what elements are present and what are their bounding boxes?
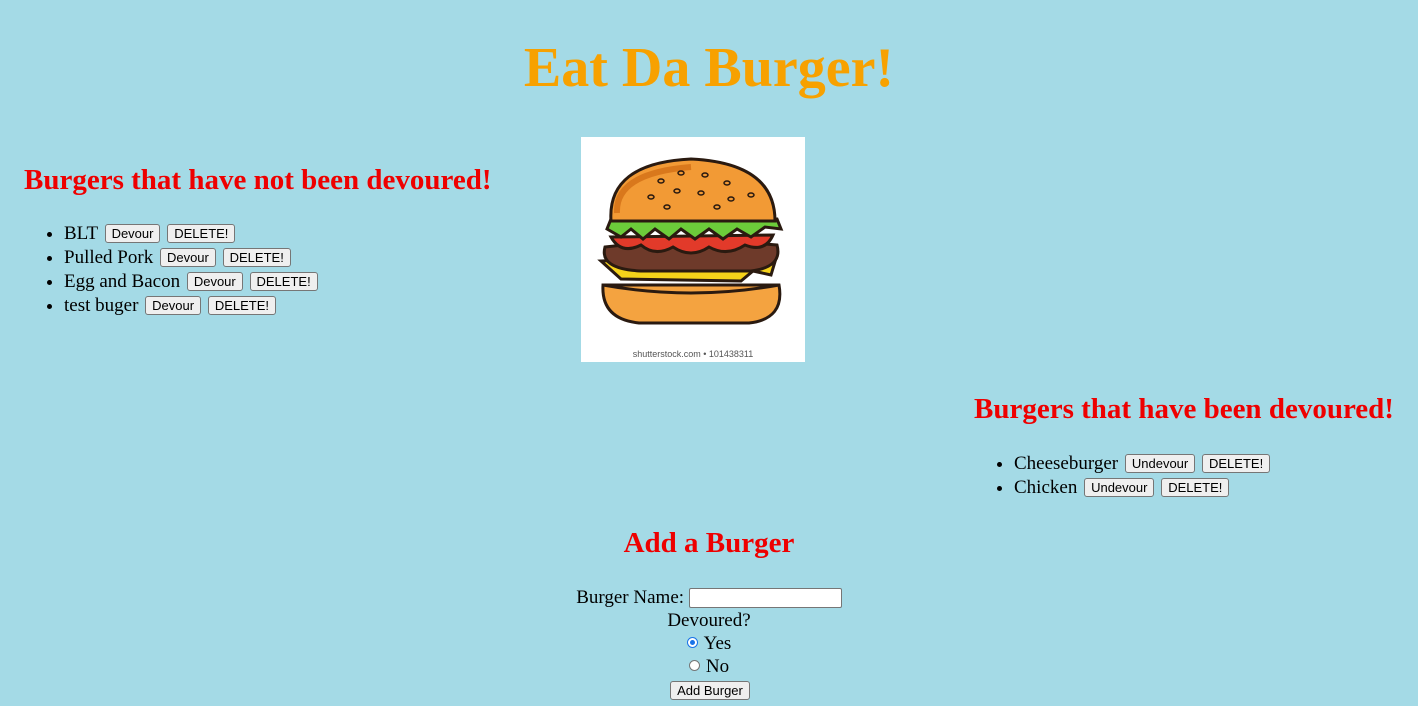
delete-button[interactable]: DELETE!: [1161, 478, 1230, 498]
devoured-no-option[interactable]: No: [0, 655, 1418, 678]
devoured-heading: Burgers that have been devoured!: [974, 393, 1394, 425]
not-devoured-list: BLT Devour DELETE! Pulled Pork Devour DE…: [24, 222, 318, 318]
devoured-yes-option[interactable]: Yes: [0, 632, 1418, 655]
list-item: Pulled Pork Devour DELETE!: [64, 246, 318, 270]
list-item: BLT Devour DELETE!: [64, 222, 318, 246]
add-burger-button[interactable]: Add Burger: [670, 681, 750, 701]
page: Eat Da Burger! Burgers that have not bee…: [0, 0, 1418, 706]
list-item: test buger Devour DELETE!: [64, 294, 318, 318]
devour-button[interactable]: Devour: [159, 248, 216, 268]
burger-name-label: Burger Name:: [576, 587, 685, 608]
devoured-no-radio[interactable]: [688, 660, 700, 672]
devoured-yes-radio[interactable]: [686, 637, 698, 649]
undevour-button[interactable]: Undevour: [1124, 454, 1196, 474]
undevour-button[interactable]: Undevour: [1084, 478, 1155, 498]
list-item: Chicken Undevour DELETE!: [1014, 476, 1270, 500]
image-watermark: shutterstock.com • 101438311: [632, 349, 754, 359]
page-title: Eat Da Burger!: [523, 37, 895, 99]
devoured-label: Devoured?: [667, 610, 751, 631]
devour-button[interactable]: Devour: [186, 272, 243, 292]
devour-button[interactable]: Devour: [104, 224, 161, 244]
delete-button[interactable]: DELETE!: [207, 296, 277, 316]
devoured-no-label: No: [705, 656, 730, 677]
delete-button[interactable]: DELETE!: [222, 248, 291, 268]
burger-name: test buger: [64, 295, 139, 316]
burger-image: shutterstock.com • 101438311: [581, 137, 805, 362]
burger-name: Chicken: [1014, 477, 1078, 498]
add-burger-form: Burger Name: Devoured? Yes No Add Burger: [0, 586, 1418, 702]
devour-button[interactable]: Devour: [145, 296, 202, 316]
burger-name: Egg and Bacon: [64, 271, 181, 292]
delete-button[interactable]: DELETE!: [1202, 454, 1271, 474]
devoured-list: Cheeseburger Undevour DELETE! Chicken Un…: [974, 452, 1271, 500]
burger-name: Pulled Pork: [64, 247, 154, 268]
list-item: Egg and Bacon Devour DELETE!: [64, 270, 318, 294]
burger-name: BLT: [64, 223, 98, 244]
devoured-yes-label: Yes: [703, 633, 732, 654]
delete-button[interactable]: DELETE!: [249, 272, 318, 292]
add-burger-heading: Add a Burger: [623, 527, 795, 559]
not-devoured-heading: Burgers that have not been devoured!: [24, 164, 492, 196]
burger-name: Cheeseburger: [1014, 453, 1119, 474]
list-item: Cheeseburger Undevour DELETE!: [1014, 452, 1271, 476]
burger-name-input[interactable]: [688, 587, 842, 608]
burger-illustration-icon: [597, 157, 784, 325]
delete-button[interactable]: DELETE!: [167, 224, 236, 244]
